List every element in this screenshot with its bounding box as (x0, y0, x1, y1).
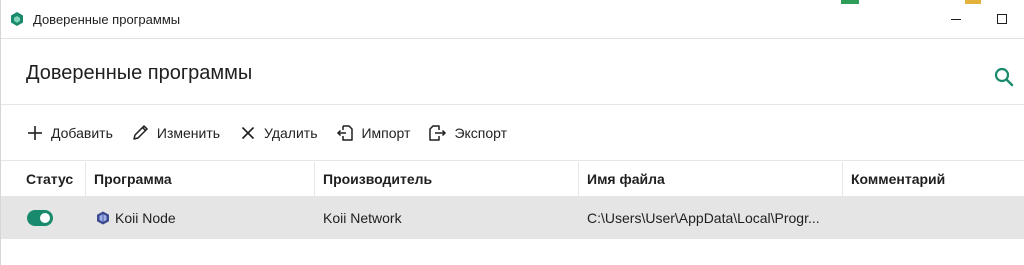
edit-button-label: Изменить (156, 124, 221, 141)
table-row[interactable]: Koii Node Koii Network C:\Users\User\App… (1, 197, 1024, 239)
pencil-icon (132, 124, 150, 142)
plus-icon (26, 124, 44, 142)
program-cell: Koii Node (86, 197, 315, 239)
title-bar: Доверенные программы (1, 0, 1024, 39)
import-button-label: Импорт (361, 124, 411, 141)
column-header-status[interactable]: Статус (1, 162, 86, 196)
window-controls (933, 0, 1024, 38)
app-logo-icon (11, 12, 23, 26)
window-title: Доверенные программы (33, 11, 181, 27)
minimize-button[interactable] (933, 0, 979, 38)
toolbar: Добавить Изменить Удалить Импорт Экспорт (1, 105, 1024, 161)
trusted-programs-table: Статус Программа Производитель Имя файла… (1, 162, 1024, 239)
column-header-filename[interactable]: Имя файла (579, 162, 843, 196)
column-header-program[interactable]: Программа (86, 162, 315, 196)
minimize-icon (951, 19, 961, 20)
close-icon (239, 124, 257, 142)
export-button-label: Экспорт (454, 124, 508, 141)
filename-cell: C:\Users\User\AppData\Local\Progr... (587, 210, 820, 226)
status-toggle[interactable] (27, 210, 53, 226)
import-icon (336, 124, 354, 142)
delete-button-label: Удалить (264, 124, 318, 141)
add-button[interactable]: Добавить (26, 124, 113, 142)
app-window: Доверенные программы Доверенные программ… (0, 0, 1024, 265)
maximize-icon (997, 14, 1007, 24)
status-cell (1, 197, 86, 239)
export-icon (429, 124, 447, 142)
program-name: Koii Node (115, 210, 176, 226)
toggle-knob (40, 213, 50, 223)
delete-button[interactable]: Удалить (239, 124, 317, 142)
page-header: Доверенные программы (1, 38, 1024, 105)
page-title: Доверенные программы (26, 62, 253, 84)
export-button[interactable]: Экспорт (429, 124, 507, 142)
import-button[interactable]: Импорт (336, 124, 410, 142)
search-icon[interactable] (993, 66, 1015, 88)
add-button-label: Добавить (51, 124, 113, 141)
column-header-vendor[interactable]: Производитель (315, 162, 579, 196)
table-header: Статус Программа Производитель Имя файла… (1, 162, 1024, 197)
column-header-comment[interactable]: Комментарий (843, 162, 1024, 196)
program-icon (97, 211, 109, 225)
maximize-button[interactable] (979, 0, 1024, 38)
edit-button[interactable]: Изменить (132, 124, 220, 142)
vendor-cell: Koii Network (323, 210, 402, 226)
comment-cell (843, 197, 1024, 239)
